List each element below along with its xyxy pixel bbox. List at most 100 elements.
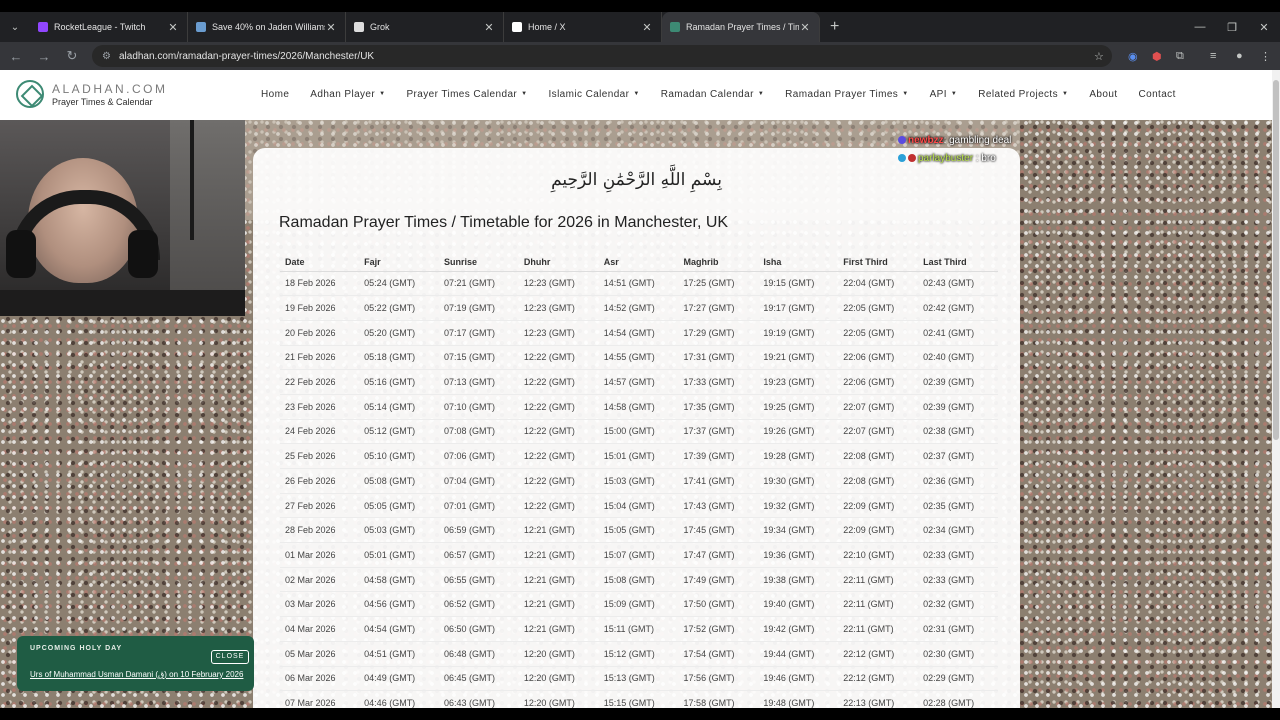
tab-search-icon[interactable]: ⌄: [6, 18, 24, 36]
table-cell: 06:52 (GMT): [439, 591, 519, 618]
close-button[interactable]: CLOSE: [211, 650, 249, 664]
address-bar[interactable]: ⚙ aladhan.com/ramadan-prayer-times/2026/…: [92, 45, 1112, 67]
table-cell: 02:39 (GMT): [918, 369, 998, 395]
bookmark-star-icon[interactable]: ☆: [1094, 42, 1104, 70]
upcoming-holy-day-popup: UPCOMING HOLY DAY CLOSE Urs of Muhammad …: [17, 636, 254, 691]
streamer-webcam: [0, 120, 245, 316]
table-cell: 06:59 (GMT): [439, 517, 519, 544]
table-cell: 07:06 (GMT): [439, 443, 519, 469]
table-row: 26 Feb 2026 05:08 (GMT) 07:04 (GMT) 12:22 (…: [280, 468, 998, 494]
chat-text: : gambling deal: [943, 135, 1012, 146]
holy-day-link[interactable]: Urs of Muhammad Usman Damani (ق) on 10 F…: [30, 670, 243, 679]
nav-item-related-projects[interactable]: Related Projects ▼: [978, 89, 1068, 100]
nav-item-label: Home: [261, 89, 290, 100]
nav-item-ramadan-calendar[interactable]: Ramadan Calendar ▼: [661, 89, 764, 100]
tab-favicon-icon: [670, 22, 680, 32]
table-cell: 06 Mar 2026: [280, 666, 360, 692]
content-card: بِسْمِ اللَّهِ الرَّحْمَٰنِ الرَّحِيمِ R…: [253, 148, 1020, 708]
nav-item-contact[interactable]: Contact: [1139, 89, 1176, 100]
caret-down-icon: ▼: [521, 91, 528, 97]
table-cell: 02:30 (GMT): [918, 641, 998, 667]
new-tab-button[interactable]: +: [830, 18, 839, 36]
aladhan-logo-icon[interactable]: [16, 80, 44, 108]
profile-avatar-icon[interactable]: ●: [1236, 42, 1243, 70]
table-cell: 19 Feb 2026: [280, 295, 360, 321]
table-cell: 02:34 (GMT): [918, 517, 998, 544]
extension-icon-2[interactable]: ⬢: [1152, 42, 1162, 70]
table-cell: 22:09 (GMT): [838, 517, 919, 544]
maximize-icon[interactable]: ❐: [1216, 12, 1248, 42]
tab-title: Ramadan Prayer Times / Timeta: [686, 22, 799, 32]
extensions-puzzle-icon[interactable]: ⧉: [1176, 42, 1184, 70]
table-cell: 19:30 (GMT): [758, 468, 839, 494]
table-cell: 07:21 (GMT): [439, 271, 519, 297]
table-cell: 05:14 (GMT): [359, 394, 440, 420]
table-cell: 17:49 (GMT): [678, 567, 759, 593]
chat-message: parlaybuster : bro: [898, 150, 1011, 168]
page-scrollbar[interactable]: [1272, 70, 1280, 708]
table-cell: 15:12 (GMT): [598, 641, 679, 667]
table-cell: 19:36 (GMT): [758, 542, 839, 568]
logo-name[interactable]: ALADHAN.COM: [52, 82, 168, 96]
webcam-cable: [190, 120, 194, 240]
table-cell: 12:23 (GMT): [518, 271, 599, 297]
table-cell: 05:05 (GMT): [359, 493, 440, 519]
nav-item-adhan-player[interactable]: Adhan Player ▼: [310, 89, 385, 100]
extension-icon-1[interactable]: ◉: [1128, 42, 1138, 70]
table-cell: 14:55 (GMT): [598, 345, 679, 371]
browser-tab[interactable]: Ramadan Prayer Times / Timeta✕: [662, 12, 820, 42]
menu-kebab-icon[interactable]: ⋮: [1260, 42, 1271, 70]
table-cell: 02:37 (GMT): [918, 443, 998, 469]
table-cell: 22:10 (GMT): [838, 542, 919, 568]
browser-tab[interactable]: RocketLeague - Twitch ✕: [30, 12, 188, 42]
tab-close-icon[interactable]: ✕: [167, 21, 179, 34]
table-cell: 12:21 (GMT): [518, 542, 599, 568]
table-cell: 17:39 (GMT): [678, 443, 759, 469]
table-cell: 14:57 (GMT): [598, 369, 679, 395]
tab-close-icon[interactable]: ✕: [325, 21, 337, 34]
forward-icon[interactable]: →: [32, 44, 56, 68]
nav-item-label: Ramadan Prayer Times: [785, 89, 899, 100]
table-cell: 19:48 (GMT): [758, 690, 839, 708]
caret-down-icon: ▼: [902, 91, 909, 97]
nav-item-home[interactable]: Home: [261, 89, 289, 100]
tab-close-icon[interactable]: ✕: [641, 21, 653, 34]
tab-close-icon[interactable]: ✕: [483, 21, 495, 34]
table-cell: 02:39 (GMT): [918, 394, 998, 420]
tab-close-icon[interactable]: ✕: [799, 21, 811, 34]
stream-chat-overlay: newbzz: gambling deal parlaybuster : bro: [898, 132, 1011, 168]
column-header: Date: [280, 254, 360, 272]
table-cell: 06:48 (GMT): [439, 641, 519, 667]
table-cell: 15:03 (GMT): [598, 468, 679, 494]
minimize-icon[interactable]: —: [1184, 12, 1216, 42]
table-cell: 07 Mar 2026: [280, 690, 360, 708]
nav-item-about[interactable]: About: [1089, 89, 1117, 100]
table-cell: 06:57 (GMT): [439, 542, 519, 568]
nav-item-ramadan-prayer-times[interactable]: Ramadan Prayer Times ▼: [785, 89, 908, 100]
table-cell: 05:22 (GMT): [359, 295, 440, 321]
table-cell: 06:55 (GMT): [439, 567, 519, 593]
scrollbar-thumb[interactable]: [1273, 80, 1279, 440]
nav-item-prayer-times-calendar[interactable]: Prayer Times Calendar ▼: [406, 89, 527, 100]
table-cell: 17:29 (GMT): [678, 320, 759, 346]
table-cell: 02:42 (GMT): [918, 295, 998, 321]
browser-tab[interactable]: Save 40% on Jaden Williams' Th✕: [188, 12, 346, 42]
reading-list-icon[interactable]: ≡: [1210, 42, 1216, 70]
table-cell: 15:13 (GMT): [598, 666, 679, 692]
table-cell: 02:29 (GMT): [918, 666, 998, 692]
reload-icon[interactable]: ↻: [60, 44, 84, 68]
close-window-icon[interactable]: ✕: [1248, 12, 1280, 42]
table-cell: 18 Feb 2026: [280, 271, 360, 297]
table-cell: 15:00 (GMT): [598, 419, 679, 445]
nav-item-label: Related Projects: [978, 89, 1059, 100]
logo-subtitle[interactable]: Prayer Times & Calendar: [52, 97, 153, 107]
site-header: ALADHAN.COM Prayer Times & Calendar Home…: [0, 70, 1272, 120]
browser-tab[interactable]: Grok ✕: [346, 12, 504, 42]
browser-tab[interactable]: Home / X ✕: [504, 12, 662, 42]
table-cell: 05:18 (GMT): [359, 345, 440, 371]
back-icon[interactable]: ←: [4, 44, 28, 68]
table-cell: 14:54 (GMT): [598, 320, 679, 346]
site-info-icon[interactable]: ⚙: [102, 51, 111, 62]
nav-item-islamic-calendar[interactable]: Islamic Calendar ▼: [548, 89, 639, 100]
nav-item-api[interactable]: API ▼: [930, 89, 958, 100]
